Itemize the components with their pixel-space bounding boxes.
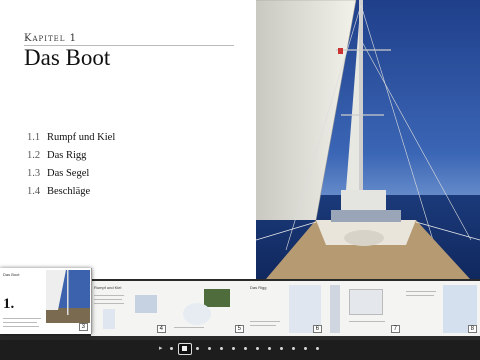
thumbnail-page-5[interactable]: 5 [169,281,248,336]
thumbnail-page-6[interactable]: Das Rigg 6 [247,281,326,336]
toc-item[interactable]: 1.3 Das Segel [27,165,115,183]
thumbnail-heading: Das Boot [3,272,20,277]
page-number: 5 [234,325,244,333]
thumbnail-page-4[interactable]: Rumpf und Kiel 4 [91,281,170,336]
text-line [3,326,39,327]
text-line [250,321,280,322]
text-line [250,325,276,326]
thumbnail-image [135,295,157,313]
thumbnail-image [349,289,383,315]
page-filmstrip[interactable]: Das Boot 1. 3 Rumpf und Kiel 4 5 Das Rig… [0,268,480,340]
text-line [94,303,124,304]
toc-number: 1.3 [27,168,41,179]
thumbnail-page-3[interactable]: Das Boot 1. 3 [0,268,92,334]
toc-item[interactable]: 1.2 Das Rigg [27,147,115,165]
sailboat-photo [256,0,480,279]
toc-text: Beschläge [47,186,91,197]
chapter-number: 1. [3,296,15,312]
chapter-page: Kapitel 1 Das Boot 1.1 Rumpf und Kiel 1.… [0,0,256,279]
page-dot[interactable] [304,347,307,350]
toc-number: 1.4 [27,186,41,197]
toc-text: Rumpf und Kiel [47,132,116,143]
page-number: 8 [467,325,477,333]
page-dot[interactable] [244,347,247,350]
page-dot[interactable] [292,347,295,350]
chapter-title: Das Boot [24,45,111,70]
text-line [94,295,124,296]
thumbnail-image [330,285,340,333]
current-page-icon[interactable] [178,343,192,355]
thumbnail-image [183,303,211,325]
page-dot[interactable] [208,347,211,350]
page-dot[interactable] [170,347,173,350]
thumbnail-page-8[interactable]: 8 [403,281,480,336]
thumbnail-heading: Rumpf und Kiel [94,285,122,290]
page-number: 7 [390,325,400,333]
table-of-contents: 1.1 Rumpf und Kiel 1.2 Das Rigg 1.3 Das … [27,129,115,201]
page-number: 4 [156,325,166,333]
page-indicator[interactable]: ▸ [0,340,480,360]
arrow-left-icon[interactable]: ▸ [159,344,163,352]
thumbnail-image [204,289,230,307]
text-line [174,327,204,328]
toc-item[interactable]: 1.1 Rumpf und Kiel [27,129,115,147]
thumbnail-heading: Das Rigg [250,285,267,290]
thumbnail-image [103,309,115,329]
page-dot[interactable] [232,347,235,350]
thumbnail-photo [46,270,90,323]
toc-text: Das Segel [47,168,90,179]
page-dot[interactable] [256,347,259,350]
text-line [349,321,385,322]
toc-item[interactable]: 1.4 Beschläge [27,183,115,201]
page-number: 3 [78,323,88,331]
text-line [406,291,436,292]
toc-number: 1.2 [27,150,41,161]
page-dot[interactable] [220,347,223,350]
text-line [3,318,41,319]
toc-text: Das Rigg [47,150,87,161]
page-dot[interactable] [316,347,319,350]
text-line [94,299,122,300]
text-line [406,295,434,296]
page-dot[interactable] [196,347,199,350]
page-dot[interactable] [268,347,271,350]
toc-number: 1.1 [27,132,41,143]
text-line [3,322,37,323]
page-number: 6 [312,325,322,333]
chapter-label: Kapitel 1 [24,33,77,44]
thumbnail-page-7[interactable]: 7 [325,281,404,336]
page-dot[interactable] [280,347,283,350]
